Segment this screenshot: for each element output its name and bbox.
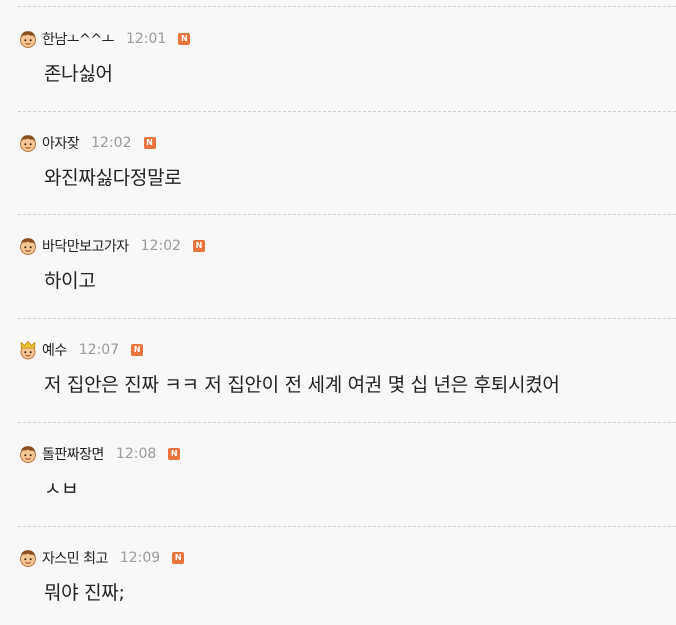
comment-text: ㅅㅂ xyxy=(44,478,79,500)
timestamp: 12:02 xyxy=(140,238,182,254)
timestamp: 12:07 xyxy=(78,342,120,358)
comment-item: 아자잦 12:02 N 와진짜싫다정말로 xyxy=(0,111,676,215)
comment-item: 예수 12:07 N 저 집안은 진짜 ㅋㅋ 저 집안이 전 세계 여권 몇 십… xyxy=(0,318,676,422)
boy-face-icon[interactable] xyxy=(18,548,38,568)
new-badge: N xyxy=(168,448,181,460)
new-badge: N xyxy=(143,137,156,149)
comment-meta: 예수 12:07 N xyxy=(18,339,144,361)
timestamp: 12:02 xyxy=(91,135,132,151)
new-badge: N xyxy=(172,552,185,564)
comment-item: 돌판짜장면 12:08 N ㅅㅂ xyxy=(0,422,676,526)
nickname[interactable]: 한남ㅗ^^ㅗ xyxy=(42,29,114,49)
comment-text: 와진짜싫다정말로 xyxy=(44,167,182,189)
boy-face-icon[interactable] xyxy=(18,236,38,256)
new-badge: N xyxy=(131,344,144,356)
new-badge: N xyxy=(193,240,206,252)
boy-face-icon[interactable] xyxy=(18,444,38,464)
comment-meta: 돌판짜장면 12:08 N xyxy=(18,443,181,465)
comment-item: 한남ㅗ^^ㅗ 12:01 N 존나싫어 xyxy=(0,7,676,111)
boy-face-icon[interactable] xyxy=(18,133,38,153)
comment-meta: 한남ㅗ^^ㅗ 12:01 N xyxy=(18,28,191,50)
nickname[interactable]: 바닥만보고가자 xyxy=(42,236,129,256)
comment-meta: 아자잦 12:02 N xyxy=(18,132,156,154)
timestamp: 12:01 xyxy=(125,31,167,47)
crown-face-icon[interactable] xyxy=(18,340,38,360)
comment-text: 하이고 xyxy=(44,270,96,292)
comment-item: 바닥만보고가자 12:02 N 하이고 xyxy=(0,214,676,318)
comment-text: 뭐야 진짜; xyxy=(44,582,125,604)
boy-face-icon[interactable] xyxy=(18,29,38,49)
timestamp: 12:09 xyxy=(119,550,161,566)
comment-text: 존나싫어 xyxy=(44,63,113,85)
nickname[interactable]: 자스민 최고 xyxy=(42,548,108,568)
nickname[interactable]: 돌판짜장면 xyxy=(42,444,104,464)
comment-meta: 자스민 최고 12:09 N xyxy=(18,547,185,569)
comment-text: 저 집안은 진짜 ㅋㅋ 저 집안이 전 세계 여권 몇 십 년은 후퇴시켰어 xyxy=(44,374,560,396)
comment-item: 자스민 최고 12:09 N 뭐야 진짜; xyxy=(0,526,676,625)
comment-list: 한남ㅗ^^ㅗ 12:01 N 존나싫어 아자잦 12:02 N 와진짜싫다정말로 xyxy=(0,0,676,625)
timestamp: 12:08 xyxy=(115,446,157,462)
comment-meta: 바닥만보고가자 12:02 N xyxy=(18,235,206,257)
nickname[interactable]: 예수 xyxy=(42,340,67,360)
new-badge: N xyxy=(178,33,191,45)
nickname[interactable]: 아자잦 xyxy=(42,133,80,153)
